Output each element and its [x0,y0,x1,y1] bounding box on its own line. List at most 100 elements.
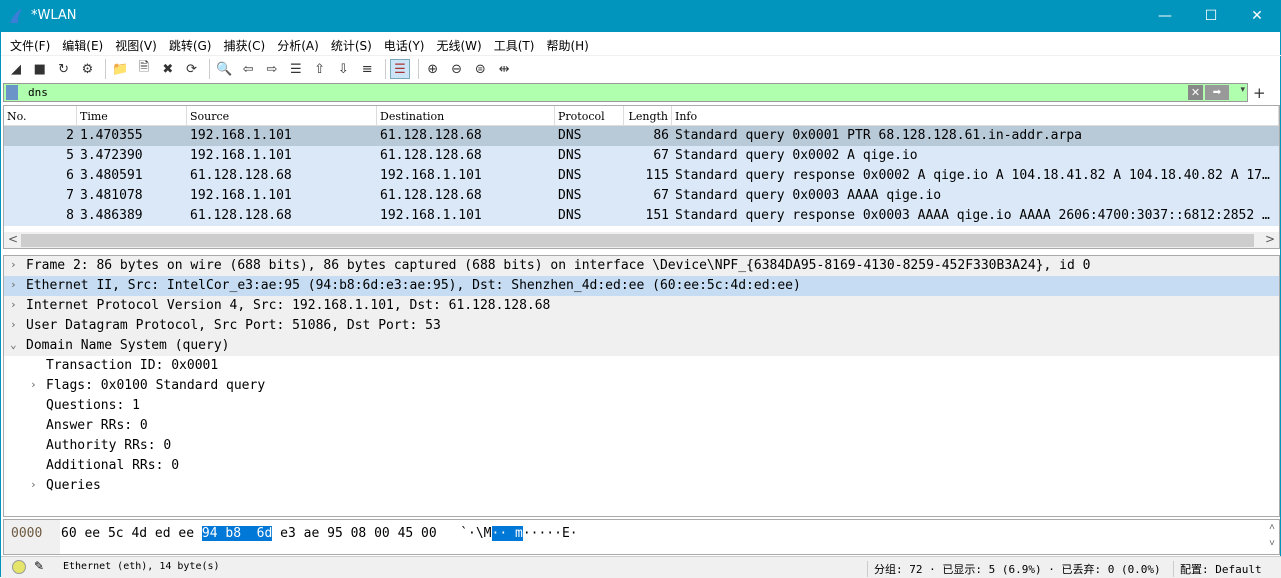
detail-tree-item[interactable]: Transaction ID: 0x0001 [4,356,1279,376]
menu-item[interactable]: 工具(T) [489,32,540,55]
packet-row[interactable]: 7 3.481078 192.168.1.101 61.128.128.68 DNS 67… [4,186,1279,206]
scroll-left-icon[interactable]: < [8,232,18,246]
menu-item[interactable]: 文件(F) [5,32,55,55]
zoom-normal-icon[interactable]: ⊜ [470,59,490,79]
bookmark-icon[interactable] [6,85,18,100]
detail-text: Internet Protocol Version 4, Src: 192.16… [26,298,551,313]
packet-cell: 67 [653,188,669,203]
go-back-icon[interactable]: ⇦ [238,59,258,79]
apply-filter-button[interactable]: ➡ [1205,85,1229,100]
open-file-icon[interactable]: 📁 [110,59,130,79]
colorize-icon[interactable]: ☰ [389,59,410,79]
display-filter-bar[interactable]: dns ✕ ➡ ▾ [3,83,1248,102]
restart-capture-icon[interactable]: ↻ [54,59,74,79]
packet-bytes-pane: 0000 60 ee 5c 4d ed ee 94 b8 6d e3 ae 95… [3,519,1280,555]
scrollbar-thumb[interactable] [21,234,1254,247]
detail-tree-item[interactable]: Authority RRs: 0 [4,436,1279,456]
scroll-right-icon[interactable]: > [1265,232,1275,246]
packet-cell: 3.480591 [80,168,143,183]
capture-options-icon[interactable]: ⚙ [77,59,97,79]
filter-input[interactable]: dns [28,86,48,99]
expand-arrow-icon[interactable]: › [10,278,17,291]
expand-arrow-icon[interactable]: › [10,258,17,271]
auto-scroll-icon[interactable]: ≡ [357,59,377,79]
maximize-button[interactable]: ☐ [1188,1,1234,32]
detail-tree-item[interactable]: › Internet Protocol Version 4, Src: 192.1… [4,296,1279,316]
reload-file-icon[interactable]: ⟳ [182,59,202,79]
status-bar: ✎ Ethernet (eth), 14 byte(s) 分组: 72 · 已显… [1,556,1281,578]
detail-tree-item[interactable]: › Queries [4,476,1279,496]
close-button[interactable]: ✕ [1234,1,1280,32]
detail-tree-item[interactable]: › Flags: 0x0100 Standard query [4,376,1279,396]
packet-cell: 5 [66,148,74,163]
column-header[interactable]: Destination [377,106,555,125]
filter-dropdown-icon[interactable]: ▾ [1240,85,1245,95]
packet-row[interactable]: 8 3.486389 61.128.128.68 192.168.1.101 DNS 15… [4,206,1279,226]
expert-info-icon[interactable] [12,560,26,574]
start-capture-icon[interactable]: ◢ [6,59,26,79]
column-header[interactable]: Info [672,106,1279,125]
detail-tree-item[interactable]: › Ethernet II, Src: IntelCor_e3:ae:95 (94… [4,276,1279,296]
go-last-icon[interactable]: ⇩ [333,59,353,79]
go-first-icon[interactable]: ⇧ [310,59,330,79]
menu-item[interactable]: 编辑(E) [57,32,108,55]
menu-item[interactable]: 捕获(C) [218,32,270,55]
packet-cell: 192.168.1.101 [380,168,482,183]
packet-row[interactable]: 6 3.480591 61.128.128.68 192.168.1.101 DNS 11… [4,166,1279,186]
go-forward-icon[interactable]: ⇨ [262,59,282,79]
detail-tree-item[interactable]: Answer RRs: 0 [4,416,1279,436]
menu-item[interactable]: 分析(A) [272,32,324,55]
detail-tree-item[interactable]: Additional RRs: 0 [4,456,1279,476]
packet-row[interactable]: 2 1.470355 192.168.1.101 61.128.128.68 DNS 86… [4,126,1279,146]
packet-cell: 61.128.128.68 [190,208,292,223]
expand-arrow-icon[interactable]: › [10,318,17,331]
packet-row[interactable]: 5 3.472390 192.168.1.101 61.128.128.68 DNS 67… [4,146,1279,166]
column-header[interactable]: Time [77,106,187,125]
resize-columns-icon[interactable]: ⇹ [494,59,514,79]
add-filter-button[interactable]: + [1253,84,1266,102]
column-header[interactable]: Protocol [555,106,624,125]
ascii-highlight: ·· m [491,526,523,541]
find-packet-icon[interactable]: 🔍 [214,59,234,79]
detail-text: Answer RRs: 0 [46,418,148,433]
packet-cell: 192.168.1.101 [190,148,292,163]
detail-tree-item[interactable]: Questions: 1 [4,396,1279,416]
clear-filter-button[interactable]: ✕ [1188,85,1203,100]
status-profile[interactable]: 配置: Default [1173,561,1262,577]
close-file-icon[interactable]: ✖ [158,59,178,79]
minimize-button[interactable]: — [1142,1,1188,32]
expand-arrow-icon[interactable]: › [10,298,17,311]
column-header[interactable]: Source [187,106,377,125]
detail-tree-item[interactable]: › Frame 2: 86 bytes on wire (688 bits), 8… [4,256,1279,276]
capture-comment-icon[interactable]: ✎ [34,559,44,573]
horizontal-scrollbar[interactable]: < > [4,232,1279,248]
packet-cell: 61.128.128.68 [380,148,482,163]
expand-arrow-icon[interactable]: › [30,378,37,391]
menu-item[interactable]: 跳转(G) [164,32,217,55]
collapse-arrow-icon[interactable]: ⌄ [10,338,17,351]
menu-item[interactable]: 无线(W) [432,32,487,55]
detail-tree-item[interactable]: › User Datagram Protocol, Src Port: 51086… [4,316,1279,336]
detail-text: Authority RRs: 0 [46,438,172,453]
menu-item[interactable]: 视图(V) [110,32,162,55]
packet-cell: DNS [558,208,582,223]
expand-arrow-icon[interactable]: › [30,478,37,491]
go-to-packet-icon[interactable]: ☰ [286,59,306,79]
menu-item[interactable]: 统计(S) [326,32,377,55]
packet-cell: DNS [558,168,582,183]
hex-scroll-down-icon[interactable]: ˅ [1269,538,1275,550]
column-header[interactable]: Length [624,106,672,125]
packet-cell: 192.168.1.101 [190,188,292,203]
toolbar-separator [384,59,386,79]
menu-item[interactable]: 电话(Y) [379,32,430,55]
zoom-out-icon[interactable]: ⊖ [447,59,467,79]
column-header[interactable]: No. [4,106,77,125]
stop-capture-icon[interactable]: ■ [30,59,50,79]
detail-tree-item[interactable]: ⌄ Domain Name System (query) [4,336,1279,356]
zoom-in-icon[interactable]: ⊕ [423,59,443,79]
hex-scroll-up-icon[interactable]: ˄ [1269,522,1275,534]
menu-item[interactable]: 帮助(H) [541,32,593,55]
packet-cell: 2 [66,128,74,143]
hex-bytes[interactable]: 60 ee 5c 4d ed ee 94 b8 6d e3 ae 95 08 0… [61,526,578,541]
save-file-icon[interactable]: 🗎 [134,59,154,79]
